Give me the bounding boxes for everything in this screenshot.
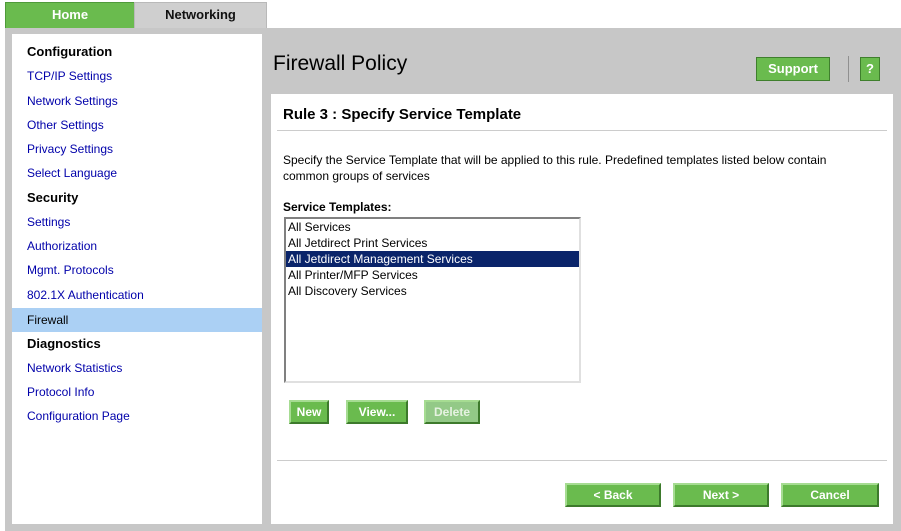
sidebar: Configuration TCP/IP Settings Network Se… (12, 34, 262, 524)
sidebar-item-settings[interactable]: Settings (12, 210, 262, 234)
sidebar-item-configuration-page[interactable]: Configuration Page (12, 404, 262, 428)
tab-home[interactable]: Home (5, 2, 135, 29)
next-button[interactable]: Next > (673, 483, 769, 507)
help-button[interactable]: ? (860, 57, 880, 81)
content-card: Rule 3 : Specify Service Template Specif… (271, 94, 893, 524)
listbox-option-selected[interactable]: All Jetdirect Management Services (286, 251, 579, 267)
sidebar-item-authorization[interactable]: Authorization (12, 234, 262, 258)
sidebar-item-tcpip-settings[interactable]: TCP/IP Settings (12, 64, 262, 88)
sidebar-item-firewall[interactable]: Firewall (12, 308, 262, 332)
listbox-option[interactable]: All Jetdirect Print Services (286, 235, 579, 251)
view-button[interactable]: View... (346, 400, 408, 424)
header-divider (848, 56, 849, 82)
sidebar-heading-security: Security (27, 190, 79, 205)
sidebar-item-network-statistics[interactable]: Network Statistics (12, 356, 262, 380)
sidebar-heading-diagnostics: Diagnostics (27, 336, 101, 351)
divider (277, 130, 887, 131)
listbox-option[interactable]: All Services (286, 219, 579, 235)
sidebar-item-select-language[interactable]: Select Language (12, 161, 262, 185)
back-button[interactable]: < Back (565, 483, 661, 507)
divider (277, 460, 887, 461)
rule-title: Rule 3 : Specify Service Template (283, 106, 522, 123)
service-templates-listbox[interactable]: All Services All Jetdirect Print Service… (284, 217, 581, 383)
sidebar-heading-configuration: Configuration (27, 44, 113, 59)
listbox-option[interactable]: All Printer/MFP Services (286, 267, 579, 283)
new-button[interactable]: New (289, 400, 329, 424)
delete-button[interactable]: Delete (424, 400, 480, 424)
sidebar-item-protocol-info[interactable]: Protocol Info (12, 380, 262, 404)
sidebar-item-network-settings[interactable]: Network Settings (12, 89, 262, 113)
listbox-option[interactable]: All Discovery Services (286, 283, 579, 299)
page-title: Firewall Policy (273, 52, 408, 75)
description-text: Specify the Service Template that will b… (283, 153, 827, 183)
cancel-button[interactable]: Cancel (781, 483, 879, 507)
sidebar-item-privacy-settings[interactable]: Privacy Settings (12, 137, 262, 161)
main-panel: Firewall Policy Support ? Rule 3 : Speci… (263, 34, 901, 524)
sidebar-item-other-settings[interactable]: Other Settings (12, 113, 262, 137)
support-button[interactable]: Support (756, 57, 830, 81)
sidebar-item-8021x-authentication[interactable]: 802.1X Authentication (12, 283, 262, 307)
service-templates-label: Service Templates: (283, 200, 392, 214)
tab-networking[interactable]: Networking (134, 2, 267, 29)
sidebar-item-mgmt-protocols[interactable]: Mgmt. Protocols (12, 258, 262, 282)
